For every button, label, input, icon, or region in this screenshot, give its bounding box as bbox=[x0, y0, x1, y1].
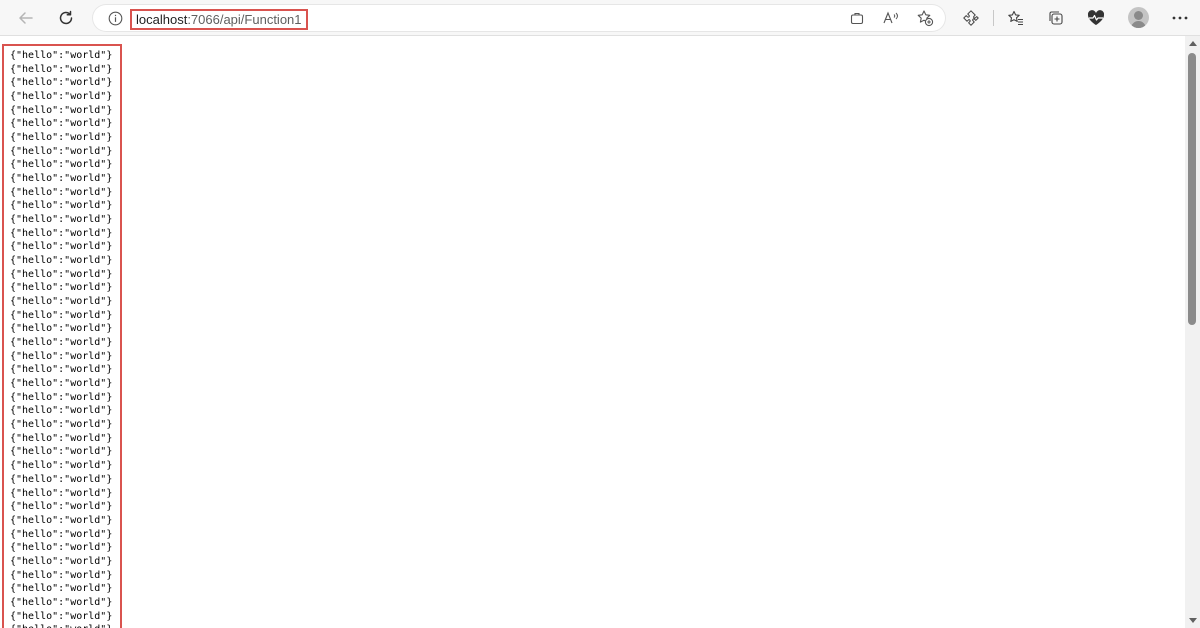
json-line: {"hello":"world"} bbox=[10, 255, 113, 267]
scroll-down-icon[interactable] bbox=[1185, 614, 1200, 628]
back-arrow-icon[interactable] bbox=[12, 4, 40, 32]
json-line: {"hello":"world"} bbox=[10, 514, 113, 526]
address-bar[interactable]: localhost:7066/api/Function1 bbox=[92, 4, 946, 32]
json-line: {"hello":"world"} bbox=[10, 610, 113, 622]
json-line: {"hello":"world"} bbox=[10, 50, 113, 61]
json-line: {"hello":"world"} bbox=[10, 118, 113, 130]
page-content: {"hello":"world"} {"hello":"world"} {"hell… bbox=[0, 36, 1185, 628]
collections-icon[interactable] bbox=[1042, 4, 1070, 32]
json-output-box: {"hello":"world"} {"hello":"world"} {"hell… bbox=[2, 44, 122, 628]
scroll-thumb[interactable] bbox=[1188, 53, 1196, 325]
json-line: {"hello":"world"} bbox=[10, 186, 113, 198]
json-line: {"hello":"world"} bbox=[10, 282, 113, 294]
json-line: {"hello":"world"} bbox=[10, 173, 113, 185]
json-line: {"hello":"world"} bbox=[10, 132, 113, 144]
read-aloud-icon[interactable] bbox=[882, 9, 900, 27]
json-line: {"hello":"world"} bbox=[10, 364, 113, 376]
avatar-body bbox=[1131, 21, 1146, 28]
favorites-icon[interactable] bbox=[1002, 4, 1030, 32]
url-path: :7066/api/Function1 bbox=[187, 12, 302, 27]
json-line: {"hello":"world"} bbox=[10, 337, 113, 349]
json-line: {"hello":"world"} bbox=[10, 446, 113, 458]
extensions-icon[interactable] bbox=[957, 4, 985, 32]
json-line: {"hello":"world"} bbox=[10, 309, 113, 321]
refresh-icon[interactable] bbox=[52, 4, 80, 32]
json-line: {"hello":"world"} bbox=[10, 501, 113, 513]
json-line: {"hello":"world"} bbox=[10, 555, 113, 567]
json-line: {"hello":"world"} bbox=[10, 77, 113, 89]
profile-avatar[interactable] bbox=[1128, 7, 1149, 28]
json-line: {"hello":"world"} bbox=[10, 91, 113, 103]
json-line: {"hello":"world"} bbox=[10, 583, 113, 595]
json-line: {"hello":"world"} bbox=[10, 227, 113, 239]
json-line: {"hello":"world"} bbox=[10, 268, 113, 280]
app-available-icon[interactable] bbox=[848, 9, 866, 27]
json-line: {"hello":"world"} bbox=[10, 623, 112, 628]
json-line: {"hello":"world"} bbox=[10, 569, 113, 581]
scroll-up-icon[interactable] bbox=[1185, 36, 1200, 50]
json-line: {"hello":"world"} bbox=[10, 145, 113, 157]
vertical-scrollbar[interactable] bbox=[1185, 36, 1200, 628]
avatar-head bbox=[1134, 11, 1143, 20]
url-text[interactable]: localhost:7066/api/Function1 bbox=[130, 9, 308, 30]
json-line: {"hello":"world"} bbox=[10, 378, 113, 390]
more-menu-icon[interactable] bbox=[1166, 4, 1194, 32]
toolbar-separator bbox=[993, 10, 994, 26]
info-icon[interactable] bbox=[108, 11, 123, 31]
json-line: {"hello":"world"} bbox=[10, 432, 113, 444]
json-line: {"hello":"world"} bbox=[10, 296, 113, 308]
json-line: {"hello":"world"} bbox=[10, 350, 113, 362]
json-line: {"hello":"world"} bbox=[10, 159, 113, 171]
json-line: {"hello":"world"} bbox=[10, 200, 113, 212]
json-line: {"hello":"world"} bbox=[10, 241, 113, 253]
json-line: {"hello":"world"} bbox=[10, 405, 113, 417]
browser-toolbar: localhost:7066/api/Function1 bbox=[0, 0, 1200, 36]
json-line: {"hello":"world"} bbox=[10, 419, 113, 431]
json-line: {"hello":"world"} bbox=[10, 487, 113, 499]
json-line: {"hello":"world"} bbox=[10, 542, 113, 554]
add-favorite-icon[interactable] bbox=[916, 9, 934, 27]
json-line: {"hello":"world"} bbox=[10, 460, 113, 472]
json-line: {"hello":"world"} bbox=[10, 63, 113, 75]
json-output: {"hello":"world"} {"hello":"world"} {"hell… bbox=[10, 49, 112, 628]
json-line: {"hello":"world"} bbox=[10, 104, 113, 116]
json-line: {"hello":"world"} bbox=[10, 596, 113, 608]
json-line: {"hello":"world"} bbox=[10, 323, 113, 335]
json-line: {"hello":"world"} bbox=[10, 528, 113, 540]
url-host: localhost bbox=[136, 12, 188, 27]
json-line: {"hello":"world"} bbox=[10, 473, 113, 485]
browser-essentials-icon[interactable] bbox=[1082, 4, 1110, 32]
json-line: {"hello":"world"} bbox=[10, 214, 113, 226]
json-line: {"hello":"world"} bbox=[10, 391, 113, 403]
